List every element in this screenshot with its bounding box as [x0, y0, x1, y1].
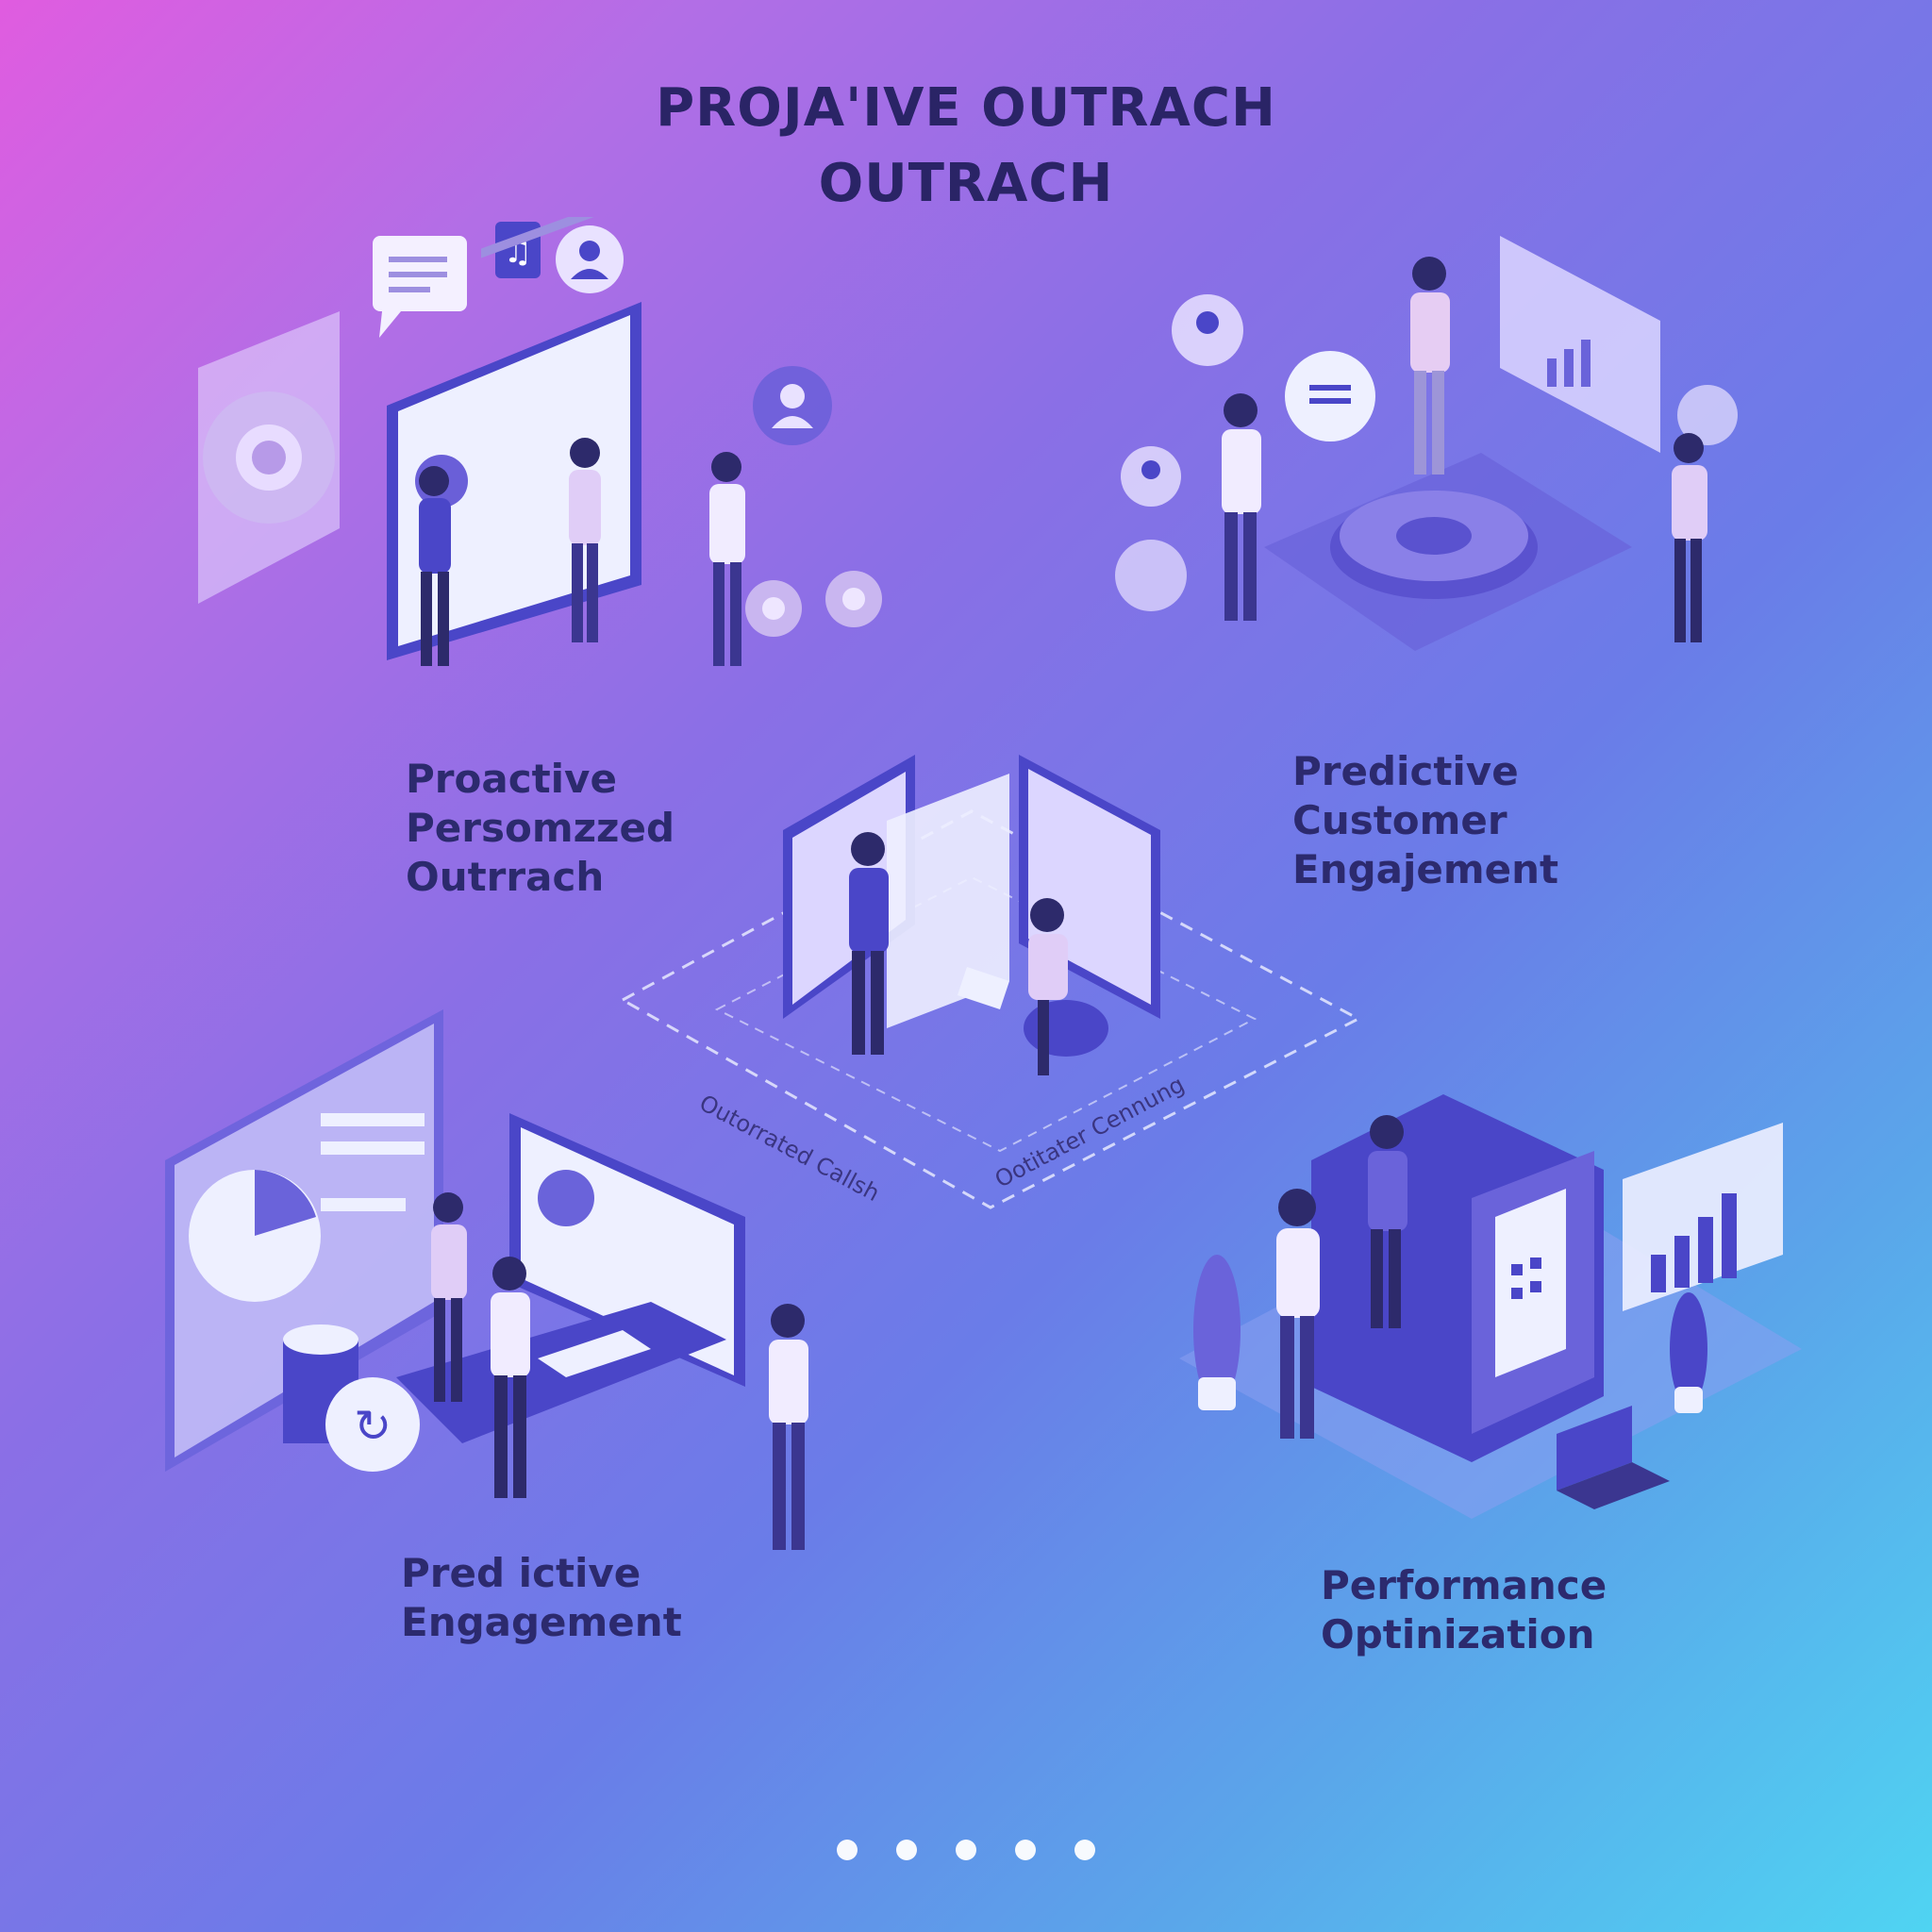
svg-text:↻: ↻	[354, 1400, 391, 1453]
calculator-icon	[1495, 1189, 1566, 1377]
person-figure	[709, 452, 745, 666]
bar-chart-icon	[1500, 236, 1660, 453]
person-figure	[1672, 433, 1707, 642]
list-icon	[1115, 540, 1187, 611]
page-title-line1: PROJA'IVE OUTRACH	[656, 77, 1276, 139]
user-avatar-icon	[753, 366, 832, 445]
plant-icon	[1670, 1292, 1707, 1413]
pagination-dot-5[interactable]	[1074, 1840, 1096, 1860]
person-figure	[769, 1304, 808, 1550]
scene-performance-optimization	[1179, 1094, 1802, 1519]
refresh-icon: ↻	[325, 1377, 420, 1472]
scene-proactive-outreach: ♫	[198, 217, 882, 666]
person-figure	[1222, 393, 1261, 621]
person-figure	[491, 1257, 530, 1498]
gear-icon	[745, 571, 882, 637]
pagination-dot-3[interactable]	[956, 1840, 976, 1860]
user-avatar-icon	[556, 225, 624, 293]
section-label-predictive-engagement: Pred ictive Engagement	[401, 1550, 682, 1645]
user-avatar-icon	[1172, 294, 1243, 366]
scene-predictive-engagement: ↻	[165, 1009, 808, 1550]
chat-bubble-icon	[373, 236, 467, 338]
pagination-dots	[0, 1840, 1932, 1864]
user-avatar-icon	[1121, 446, 1181, 507]
page-title-line2: OUTRACH	[818, 153, 1114, 214]
person-figure	[1410, 257, 1450, 475]
chat-bubble-icon	[1285, 351, 1375, 441]
gear-icon	[198, 311, 340, 604]
bar-chart-icon	[1623, 1123, 1783, 1311]
section-label-performance-optimization: Performance Optinization	[1321, 1562, 1607, 1657]
pagination-dot-2[interactable]	[895, 1840, 917, 1860]
pagination-dot-4[interactable]	[1015, 1840, 1037, 1860]
pagination-dot-1[interactable]	[836, 1840, 858, 1860]
plant-icon	[1193, 1255, 1241, 1410]
scene-predictive-customer-engagement	[1115, 236, 1738, 651]
